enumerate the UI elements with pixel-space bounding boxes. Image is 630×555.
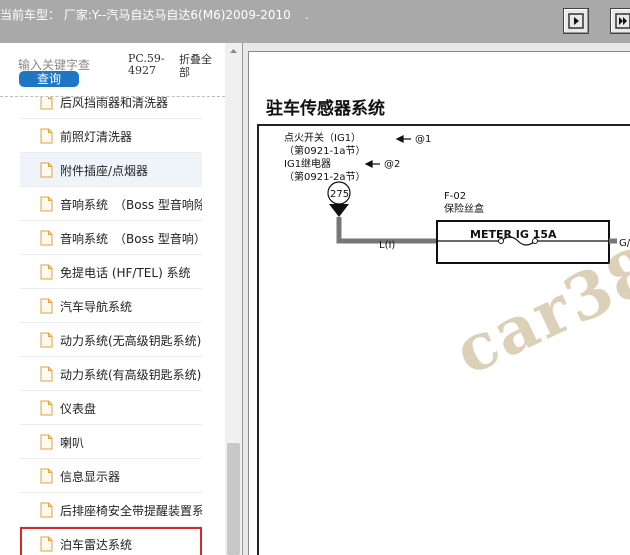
- tree-item[interactable]: 免提电话 (HF/TEL) 系统: [20, 255, 202, 289]
- current-model-text: 当前车型： 厂家:Y--汽马自达马自达6(M6)2009-2010: [0, 8, 291, 22]
- fuse-terminal-left: [498, 238, 504, 244]
- left-panel: 查询 PC.59-4927 折叠全部 后风挡雨器和清洗器前照灯清洗器附件插座/点…: [0, 43, 243, 555]
- tree-item-label: 音响系统 （Boss 型音响）: [60, 232, 202, 246]
- tree-item-label: 汽车导航系统: [60, 300, 133, 314]
- document-icon: [40, 298, 53, 314]
- fast-forward-icon: [615, 13, 630, 29]
- arrow-1-icon: [395, 135, 411, 143]
- tree-item[interactable]: 喇叭: [20, 425, 202, 459]
- connector-number: 275: [330, 189, 349, 200]
- marker-1: @1: [415, 134, 431, 145]
- tree-item-label: 音响系统 （Boss 型音响除外）: [60, 198, 202, 212]
- pc-code: PC.59-4927: [128, 52, 165, 77]
- fold-all-link[interactable]: 折叠全部: [179, 53, 219, 79]
- tree-item-selected[interactable]: 泊车雷达系统: [20, 527, 202, 555]
- document-icon: [40, 230, 53, 246]
- fuse-label: METER IG 15A: [470, 228, 557, 241]
- ig1-relay-ref: （第0921-2a节）: [284, 170, 366, 183]
- document-icon: [40, 264, 53, 280]
- tree-item[interactable]: 附件插座/点烟器: [20, 153, 202, 187]
- panel-toggle-icon: [568, 13, 584, 29]
- document-icon: [40, 162, 53, 178]
- document-icon: [40, 97, 53, 110]
- next-page-button[interactable]: [610, 8, 630, 34]
- marker-2: @2: [384, 159, 400, 170]
- wire-left: [336, 217, 437, 244]
- document-icon: [40, 400, 53, 416]
- tree-item-label: 后排座椅安全带提醒装置系统: [60, 504, 202, 518]
- tree-item-label: 动力系统(有高级钥匙系统): [60, 368, 202, 382]
- ignition-switch-ref: （第0921-1a节）: [284, 144, 366, 157]
- fuse-id: F-02: [444, 191, 466, 202]
- document-icon: [40, 366, 53, 382]
- tree-item[interactable]: 音响系统 （Boss 型音响除外）: [20, 187, 202, 221]
- arrow-2-icon: [364, 160, 380, 168]
- document-icon: [40, 468, 53, 484]
- document-icon: [40, 332, 53, 348]
- title-suffix: .: [304, 8, 309, 22]
- tree-item[interactable]: 仪表盘: [20, 391, 202, 425]
- tree-item-label: 喇叭: [60, 436, 85, 450]
- tree-item[interactable]: 前照灯清洗器: [20, 119, 202, 153]
- tree-item[interactable]: 动力系统(无高级钥匙系统): [20, 323, 202, 357]
- scroll-up-icon[interactable]: [225, 43, 242, 60]
- tree-item-label: 动力系统(无高级钥匙系统): [60, 334, 202, 348]
- document-icon: [40, 536, 53, 552]
- document-icon: [40, 128, 53, 144]
- current-model-title: 当前车型： 厂家:Y--汽马自达马自达6(M6)2009-2010.: [0, 6, 309, 23]
- document-icon: [40, 502, 53, 518]
- tree-item[interactable]: 后风挡雨器和清洗器: [20, 97, 202, 119]
- diagram-viewer: 驻车传感器系统 点火开关（IG1） （第0921-1a节） @1 IG1继电器 …: [243, 43, 630, 555]
- tree-item-label: 后风挡雨器和清洗器: [60, 97, 169, 110]
- fuse-terminal-right: [532, 238, 538, 244]
- collapse-panel-button[interactable]: [563, 8, 589, 34]
- ignition-switch-label: 点火开关（IG1）: [284, 131, 361, 144]
- wire-left-label: L(I): [379, 240, 395, 251]
- diagram-page: 驻车传感器系统 点火开关（IG1） （第0921-1a节） @1 IG1继电器 …: [248, 51, 630, 555]
- document-icon: [40, 196, 53, 212]
- tree-scrollbar[interactable]: [225, 43, 242, 555]
- document-icon: [40, 434, 53, 450]
- tree-item-label: 仪表盘: [60, 402, 97, 416]
- search-button[interactable]: 查询: [19, 71, 79, 87]
- section-tree: 后风挡雨器和清洗器前照灯清洗器附件插座/点烟器音响系统 （Boss 型音响除外）…: [0, 97, 225, 555]
- scroll-thumb[interactable]: [227, 443, 240, 555]
- connector-triangle-icon: [329, 204, 349, 217]
- tree-item[interactable]: 动力系统(有高级钥匙系统): [20, 357, 202, 391]
- tree-item-label: 免提电话 (HF/TEL) 系统: [60, 266, 191, 280]
- tree-item-label: 信息显示器: [60, 470, 121, 484]
- fuse-box-label: 保险丝盒: [444, 202, 484, 215]
- tree-item-label: 附件插座/点烟器: [60, 164, 149, 178]
- tree-item[interactable]: 信息显示器: [20, 459, 202, 493]
- tree-item-label: 泊车雷达系统: [60, 538, 133, 552]
- tree-item[interactable]: 音响系统 （Boss 型音响）: [20, 221, 202, 255]
- ig1-relay-label: IG1继电器: [284, 157, 331, 170]
- tree-item[interactable]: 后排座椅安全带提醒装置系统: [20, 493, 202, 527]
- title-bar: 当前车型： 厂家:Y--汽马自达马自达6(M6)2009-2010.: [0, 0, 630, 43]
- search-bar: 查询 PC.59-4927 折叠全部: [0, 43, 225, 97]
- tree-item[interactable]: 汽车导航系统: [20, 289, 202, 323]
- tree-item-label: 前照灯清洗器: [60, 130, 133, 144]
